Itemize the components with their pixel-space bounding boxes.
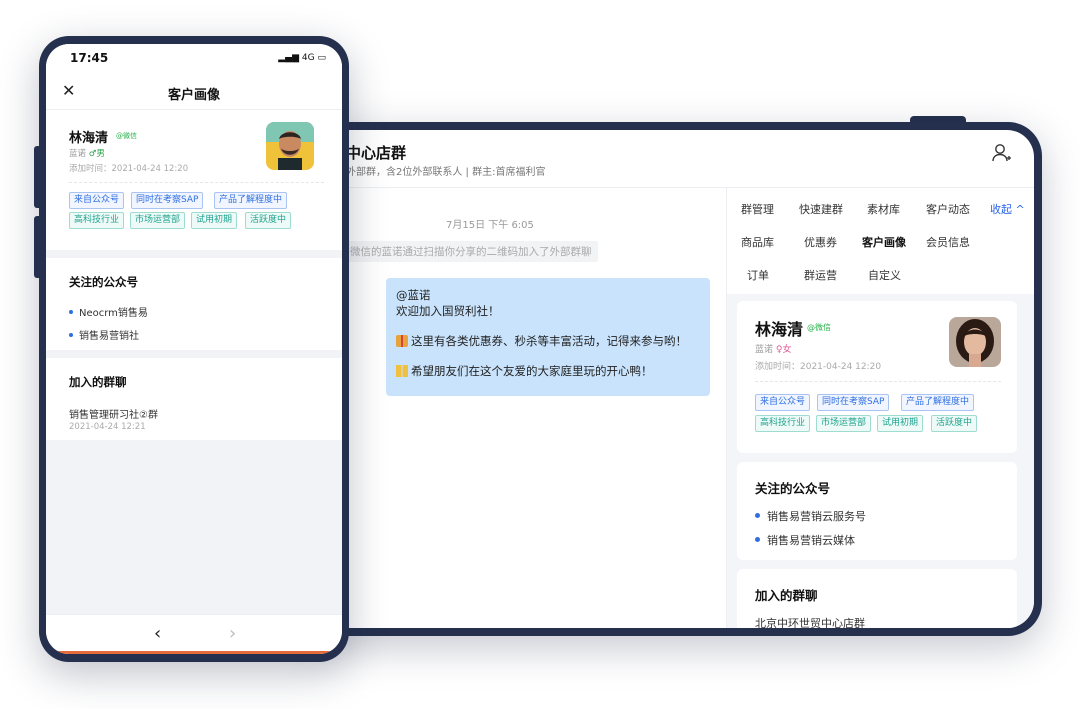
tab-quick-group[interactable]: 快速建群 xyxy=(799,201,843,217)
wechat-badge: @微信 xyxy=(116,132,137,140)
tab-customer-activity[interactable]: 客户动态 xyxy=(926,201,970,217)
groups-title: 加入的群聊 xyxy=(69,375,127,389)
tag: 来自公众号 xyxy=(69,192,125,209)
customer-name: 林海清 xyxy=(755,320,804,339)
tab-coupons[interactable]: 优惠券 xyxy=(804,234,837,250)
chat-timestamp: 7月15日 下午 6:05 xyxy=(446,220,534,231)
phone-screen: 17:45 ▂▄▆ 4G ▭ ✕ 客户画像 林海清 @微信 蓝诺 ♂男 添加时间… xyxy=(46,44,342,654)
battery-icon: ▭ xyxy=(317,53,326,63)
customer-sex: 女 xyxy=(782,345,792,355)
back-arrow-icon[interactable]: ‹ xyxy=(154,623,161,644)
tab-orders[interactable]: 订单 xyxy=(747,267,769,283)
collapse-label: 收起 xyxy=(990,203,1012,216)
customer-nickname: 蓝诺 xyxy=(69,149,87,159)
gift-emoji-icon xyxy=(396,335,408,347)
tab-member-info[interactable]: 会员信息 xyxy=(926,234,970,250)
chevron-up-icon: ^ xyxy=(1015,203,1025,216)
group-item[interactable]: 销售管理研习社②群 xyxy=(69,406,158,421)
added-time: 添加时间：2021-04-24 12:20 xyxy=(69,164,189,174)
bubble-line-3: 希望朋友们在这个友爱的大家庭里玩的开心鸭！ xyxy=(411,364,653,378)
customer-avatar xyxy=(266,122,314,170)
tab-group-ops[interactable]: 群运营 xyxy=(804,267,837,283)
home-indicator xyxy=(46,651,342,654)
bubble-mention: @蓝诺 xyxy=(396,288,431,302)
chat-area: 7月15日 下午 6:05 微信的蓝诺通过扫描你分享的二维码加入了外部群聊 @蓝… xyxy=(308,188,726,628)
tag: 试用初期 xyxy=(191,212,238,229)
tool-tabs: 群管理 快速建群 素材库 客户动态 收起 ^ 商品库 优惠券 客户画像 会员信息… xyxy=(727,188,1034,294)
followed-accounts-card: 关注的公众号 销售易营销云服务号 销售易营销云媒体 xyxy=(737,462,1017,560)
phone-side-button xyxy=(34,146,40,208)
browser-bottom-bar: ‹ › xyxy=(46,614,342,654)
followed-item: Neocrm销售易 xyxy=(69,304,148,319)
customer-profile-card: 林海清 @微信 蓝诺 ♂男 添加时间：2021-04-24 12:20 来自公众… xyxy=(46,110,342,250)
phone-nav-bar: ✕ 客户画像 xyxy=(46,74,342,110)
tablet-screen: 中心店群 外部群，含2位外部联系人 | 群主:首席福利官 7月15日 下午 6:… xyxy=(308,130,1034,628)
joined-groups-card: 加入的群聊 北京中环世贸中心店群 xyxy=(737,569,1017,628)
tag: 高科技行业 xyxy=(755,415,811,432)
signal-bars-icon: ▂▄▆ xyxy=(278,53,300,63)
tag: 产品了解程度中 xyxy=(214,192,288,209)
profile-divider xyxy=(69,182,324,183)
followed-accounts-card: 关注的公众号 Neocrm销售易 销售易营销社 xyxy=(46,258,342,350)
group-header: 中心店群 外部群，含2位外部联系人 | 群主:首席福利官 xyxy=(308,130,1034,188)
customer-avatar xyxy=(949,317,1001,367)
customer-nickname-row: 蓝诺 ♂男 xyxy=(69,147,105,159)
customer-profile-card: 林海清 @微信 蓝诺 ♀女 添加时间：2021-04-24 12:20 来自公众… xyxy=(737,301,1017,453)
joined-groups-card: 加入的群聊 销售管理研习社②群 2021-04-24 12:21 xyxy=(46,358,342,440)
wechat-badge: @微信 xyxy=(807,323,831,332)
side-panel: 群管理 快速建群 素材库 客户动态 收起 ^ 商品库 优惠券 客户画像 会员信息… xyxy=(726,188,1034,628)
group-item[interactable]: 北京中环世贸中心店群 xyxy=(755,615,865,628)
groups-title: 加入的群聊 xyxy=(755,588,818,603)
tag: 产品了解程度中 xyxy=(901,394,975,411)
tag: 市场运营部 xyxy=(816,415,872,432)
group-members-icon[interactable] xyxy=(990,142,1012,164)
tab-custom[interactable]: 自定义 xyxy=(868,267,901,283)
tag: 市场运营部 xyxy=(130,212,186,229)
status-bar: 17:45 ▂▄▆ 4G ▭ xyxy=(46,44,342,74)
group-subtitle: 外部群，含2位外部联系人 | 群主:首席福利官 xyxy=(346,167,546,178)
followed-title: 关注的公众号 xyxy=(69,275,138,289)
customer-name: 林海清 xyxy=(69,131,109,146)
customer-nickname-row: 蓝诺 ♀女 xyxy=(755,342,792,355)
tab-customer-portrait[interactable]: 客户画像 xyxy=(862,234,906,250)
profile-divider xyxy=(755,381,1001,382)
followed-title: 关注的公众号 xyxy=(755,481,831,496)
group-title: 中心店群 xyxy=(346,144,407,162)
phone-side-button xyxy=(34,216,40,278)
bubble-line-1: 欢迎加入国贸利社！ xyxy=(396,304,500,318)
tag: 试用初期 xyxy=(877,415,924,432)
tablet-device: 中心店群 外部群，含2位外部联系人 | 群主:首席福利官 7月15日 下午 6:… xyxy=(300,122,1042,636)
cheers-emoji-icon xyxy=(396,365,408,377)
followed-item: 销售易营销云媒体 xyxy=(755,532,855,548)
forward-arrow-icon[interactable]: › xyxy=(229,623,236,644)
page-title: 客户画像 xyxy=(167,88,220,103)
added-time: 添加时间：2021-04-24 12:20 xyxy=(755,362,882,372)
status-time: 17:45 xyxy=(70,51,109,65)
tag: 同时在考察SAP xyxy=(817,394,890,411)
network-type: 4G xyxy=(301,53,315,63)
tag: 活跃度中 xyxy=(245,212,292,229)
tab-materials[interactable]: 素材库 xyxy=(867,201,900,217)
stage: 中心店群 外部群，含2位外部联系人 | 群主:首席福利官 7月15日 下午 6:… xyxy=(0,0,1080,709)
tag: 高科技行业 xyxy=(69,212,125,229)
phone-device: 17:45 ▂▄▆ 4G ▭ ✕ 客户画像 林海清 @微信 蓝诺 ♂男 添加时间… xyxy=(34,36,349,662)
status-signal: ▂▄▆ 4G ▭ xyxy=(278,53,326,63)
followed-item: 销售易营销社 xyxy=(69,327,139,342)
customer-nickname: 蓝诺 xyxy=(755,345,774,355)
chat-system-message: 微信的蓝诺通过扫描你分享的二维码加入了外部群聊 xyxy=(344,241,598,262)
followed-item: 销售易营销云服务号 xyxy=(755,508,866,524)
tab-products[interactable]: 商品库 xyxy=(741,234,774,250)
tag: 来自公众号 xyxy=(755,394,811,411)
tag: 同时在考察SAP xyxy=(131,192,204,209)
tab-group-manage[interactable]: 群管理 xyxy=(741,201,774,217)
group-join-date: 2021-04-24 12:21 xyxy=(69,422,146,432)
customer-sex: 男 xyxy=(96,149,105,159)
tag: 活跃度中 xyxy=(931,415,978,432)
chat-message-bubble[interactable]: @蓝诺 欢迎加入国贸利社！ 这里有各类优惠券、秒杀等丰富活动，记得来参与哟！ 希… xyxy=(386,278,710,396)
collapse-button[interactable]: 收起 ^ xyxy=(990,201,1025,217)
bubble-line-2: 这里有各类优惠券、秒杀等丰富活动，记得来参与哟！ xyxy=(411,334,687,348)
